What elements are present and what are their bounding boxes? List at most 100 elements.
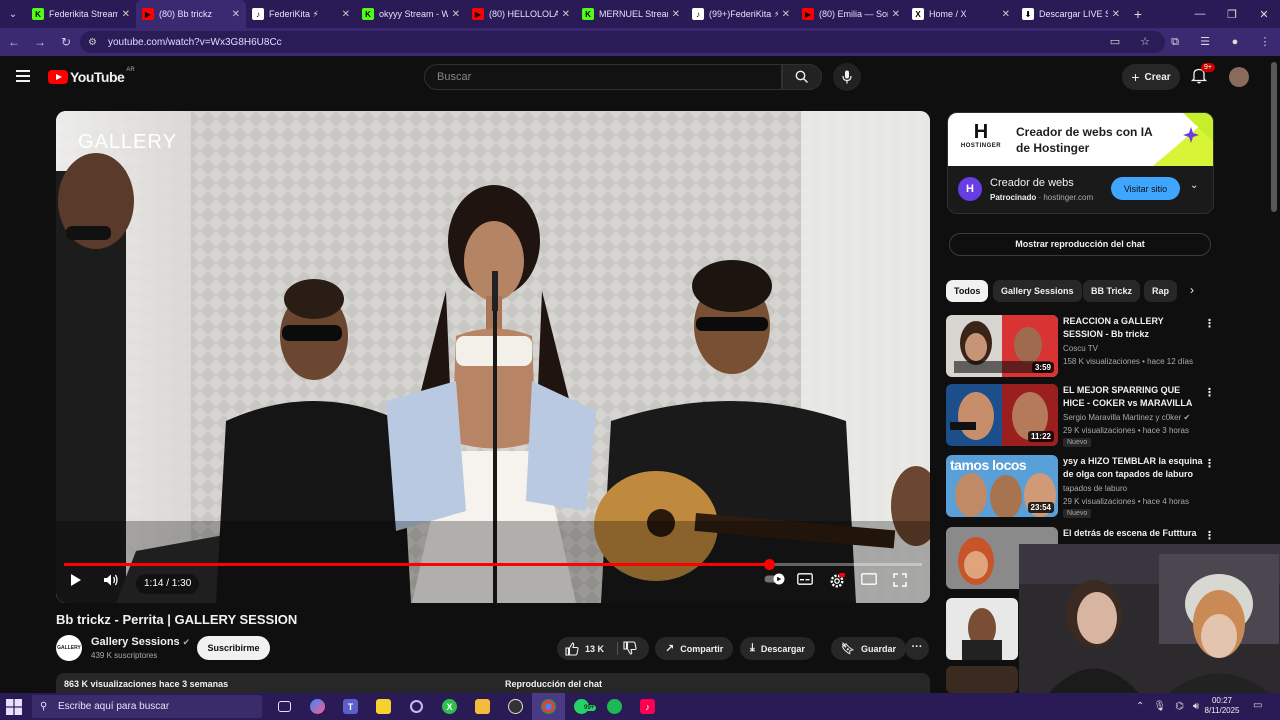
show-chat-replay-button[interactable]: Mostrar reproducción del chat (949, 233, 1211, 256)
tab-search-dropdown-icon[interactable]: ⌄ (0, 0, 26, 28)
more-options-icon[interactable]: ⋮ (1204, 457, 1215, 470)
sponsored-ad[interactable]: H HOSTINGER Creador de webs con IA de Ho… (947, 112, 1214, 214)
browser-tab[interactable]: ♪ FederiKita ⚡ ✕ (246, 0, 356, 28)
video-title[interactable]: El detrás de escena de Futttura ft. Tiki (1063, 527, 1203, 540)
tab-close-icon[interactable]: ✕ (122, 9, 130, 20)
more-options-icon[interactable]: ⋮ (1204, 529, 1215, 542)
network-icon[interactable]: ⌬ (1175, 701, 1184, 712)
browser-tab[interactable]: ♪ (99+)FederiKita ⚡ ✕ (686, 0, 796, 28)
address-bar[interactable]: ⚙ youtube.com/watch?v=Wx3G8H6U8Cc (80, 31, 1165, 53)
video-title[interactable]: EL MEJOR SPARRING QUE HICE - COKER vs MA… (1063, 384, 1203, 410)
tab-close-icon[interactable]: ✕ (1002, 9, 1010, 20)
account-avatar[interactable] (1229, 67, 1249, 87)
chip-gallery-sessions[interactable]: Gallery Sessions (993, 280, 1082, 302)
channel-name[interactable]: Gallery Sessions (91, 636, 180, 648)
tab-close-icon[interactable]: ✕ (562, 9, 570, 20)
chip-rap[interactable]: Rap (1144, 280, 1178, 302)
recommendation-item[interactable]: 3:59 REACCION a GALLERY SESSION - Bb tri… (946, 315, 1215, 377)
video-thumbnail[interactable]: 3:59 (946, 315, 1058, 377)
tab-close-icon[interactable]: ✕ (892, 9, 900, 20)
chip-bb-trickz[interactable]: BB Trickz (1083, 280, 1141, 302)
chip-all[interactable]: Todos (946, 280, 989, 302)
video-title[interactable]: ysy a HIZO TEMBLAR la esquina de olga co… (1063, 455, 1203, 481)
dislike-button[interactable] (623, 641, 637, 660)
extensions-icon[interactable]: ⧉ (1160, 31, 1190, 53)
browser-tab[interactable]: ▶ (80) Bb trickz ✕ (136, 0, 246, 28)
create-button[interactable]: + Crear (1122, 64, 1180, 90)
video-title[interactable]: REACCION a GALLERY SESSION - Bb trickz (1063, 315, 1203, 341)
more-options-icon[interactable]: ⋮ (1204, 317, 1215, 330)
recommendation-item[interactable]: tamos locos 23:54 ysy a HIZO TEMBLAR la … (946, 455, 1215, 518)
save-button[interactable]: 🔖︎ Guardar (831, 637, 906, 660)
browser-tab[interactable]: K MERNUEL Stream ✕ (576, 0, 686, 28)
more-options-icon[interactable]: ⋮ (1204, 386, 1215, 399)
tab-close-icon[interactable]: ✕ (782, 9, 790, 20)
chevron-down-icon[interactable]: ⌄ (1190, 180, 1198, 191)
tab-close-icon[interactable]: ✕ (342, 9, 350, 20)
subtitles-button[interactable] (797, 573, 815, 595)
obs-icon[interactable] (499, 693, 532, 720)
site-info-icon[interactable]: ⚙ (88, 37, 102, 48)
task-view-icon[interactable] (268, 693, 301, 720)
settings-button[interactable] (829, 573, 847, 595)
share-button[interactable]: ↗ Compartir (655, 637, 734, 660)
close-window-icon[interactable]: ✕ (1248, 0, 1280, 28)
notification-center-icon[interactable]: ▭ (1253, 700, 1262, 711)
channel-name[interactable]: tapados de laburo (1063, 484, 1127, 493)
sticky-notes-icon[interactable] (367, 693, 400, 720)
browser-menu-icon[interactable]: ⋮ (1250, 31, 1280, 53)
tab-close-icon[interactable]: ✕ (232, 9, 240, 20)
volume-button[interactable] (103, 573, 121, 595)
reading-list-icon[interactable]: ☰ (1190, 31, 1220, 53)
xbox-icon[interactable]: X (433, 693, 466, 720)
search-button[interactable] (782, 64, 822, 90)
play-button[interactable] (70, 573, 86, 595)
download-button[interactable]: ⤓ Descargar (740, 637, 815, 660)
restore-icon[interactable]: ❐ (1216, 0, 1248, 28)
file-explorer-icon[interactable] (466, 693, 499, 720)
browser-tab[interactable]: K Federikita Stream ✕ (26, 0, 136, 28)
like-button[interactable]: 13 K (565, 637, 604, 660)
bookmark-star-icon[interactable]: ☆ (1130, 31, 1160, 53)
channel-avatar[interactable]: GALLERY (56, 635, 82, 661)
browser-tab[interactable]: ▶ (80) HELLOLOLA ✕ (466, 0, 576, 28)
more-actions-button[interactable]: ··· (905, 637, 929, 660)
cast-icon[interactable]: ▭ (1100, 31, 1130, 53)
chat-replay-panel[interactable]: Reproducción del chat (497, 673, 930, 693)
tab-close-icon[interactable]: ✕ (672, 9, 680, 20)
video-thumbnail[interactable]: tamos locos 23:54 (946, 455, 1058, 517)
browser-tab[interactable]: Kokyyy Stream - W ✕ (356, 0, 466, 28)
cortana-icon[interactable] (400, 693, 433, 720)
tab-close-icon[interactable]: ✕ (1112, 9, 1120, 20)
browser-tab[interactable]: ⬇ Descargar LIVE St ✕ (1016, 0, 1126, 28)
new-tab-button[interactable]: + (1126, 6, 1150, 22)
video-thumbnail[interactable] (946, 666, 1018, 693)
channel-name[interactable]: Coscu TV (1063, 344, 1098, 353)
windows-start-icon[interactable] (6, 699, 22, 715)
chevron-right-icon[interactable]: › (1190, 283, 1194, 297)
tiktok-icon[interactable]: ♪ (631, 693, 664, 720)
microphone-tray-icon[interactable]: 🎙︎ (1153, 701, 1166, 712)
video-thumbnail[interactable] (946, 598, 1018, 660)
notifications-button[interactable]: 9+ (1190, 63, 1215, 88)
video-thumbnail[interactable]: 11:22 (946, 384, 1058, 446)
forward-icon[interactable]: → (28, 35, 52, 49)
whatsapp-icon[interactable]: 99+ (565, 693, 598, 720)
voice-search-button[interactable] (833, 63, 861, 91)
taskbar-search[interactable]: ⚲ Escribe aquí para buscar (32, 695, 262, 718)
youtube-logo[interactable]: YouTube AR (48, 67, 135, 85)
recommendation-item[interactable]: 11:22 EL MEJOR SPARRING QUE HICE - COKER… (946, 384, 1215, 447)
spotify-icon[interactable] (598, 693, 631, 720)
progress-bar[interactable] (64, 559, 922, 570)
autoplay-toggle[interactable] (764, 573, 786, 595)
browser-tab[interactable]: X Home / X ✕ (906, 0, 1016, 28)
subscribe-button[interactable]: Suscribirme (197, 636, 270, 660)
theater-mode-button[interactable] (861, 573, 879, 595)
minimize-icon[interactable]: — (1184, 0, 1216, 28)
tab-close-icon[interactable]: ✕ (452, 9, 460, 20)
search-input[interactable]: Buscar (424, 64, 782, 90)
copilot-icon[interactable] (301, 693, 334, 720)
menu-icon[interactable] (16, 70, 30, 82)
system-clock[interactable]: 00:27 8/11/2025 (1199, 696, 1245, 716)
visit-site-button[interactable]: Visitar sitio (1111, 177, 1180, 200)
